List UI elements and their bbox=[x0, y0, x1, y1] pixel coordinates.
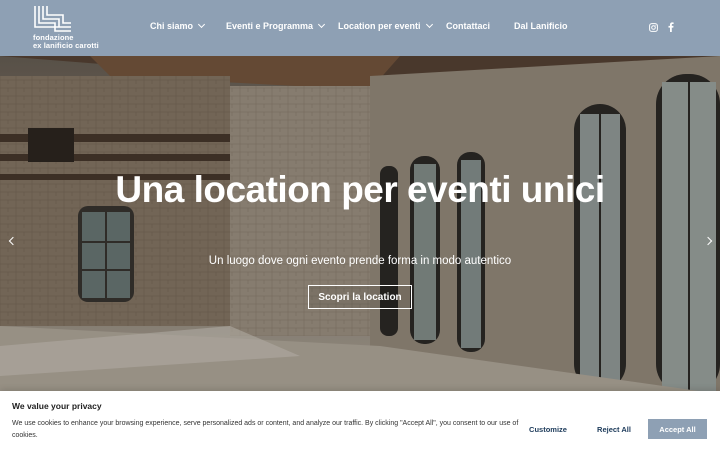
nav-item-contattaci[interactable]: Contattaci bbox=[446, 21, 490, 31]
nav-item-location-eventi[interactable]: Location per eventi bbox=[338, 20, 433, 31]
nav-item-chi-siamo[interactable]: Chi siamo bbox=[150, 20, 206, 31]
reject-all-button[interactable]: Reject All bbox=[584, 419, 644, 439]
site-header: fondazione ex lanificio carotti Chi siam… bbox=[0, 0, 720, 56]
slider-next-arrow-icon[interactable] bbox=[703, 234, 714, 248]
nav-item-eventi-programma[interactable]: Eventi e Programma bbox=[226, 20, 326, 31]
chevron-down-icon bbox=[425, 20, 433, 29]
hero-subtitle: Un luogo dove ogni evento prende forma i… bbox=[208, 255, 512, 267]
slider-prev-arrow-icon[interactable] bbox=[6, 234, 17, 248]
cookie-text: We use cookies to enhance your browsing … bbox=[12, 420, 519, 439]
accept-all-button[interactable]: Accept All bbox=[648, 419, 707, 439]
customize-button[interactable]: Customize bbox=[518, 419, 578, 439]
instagram-icon[interactable] bbox=[647, 21, 659, 33]
hero-background-image bbox=[0, 56, 720, 394]
cookie-title: We value your privacy bbox=[12, 401, 102, 411]
chevron-down-icon bbox=[318, 20, 326, 29]
hero-slider: Una location per eventi unici Un luogo d… bbox=[0, 56, 720, 394]
cookie-consent-banner: We value your privacy We use cookies to … bbox=[0, 391, 720, 450]
hero-title: Una location per eventi unici bbox=[115, 169, 605, 210]
chevron-down-icon bbox=[197, 20, 206, 29]
nav-item-dal-lanificio[interactable]: Dal Lanificio bbox=[514, 21, 568, 31]
facebook-icon[interactable] bbox=[665, 21, 677, 33]
main-nav: Chi siamo Eventi e Programma Location pe… bbox=[0, 0, 720, 56]
discover-location-button[interactable]: Scopri la location bbox=[308, 285, 412, 309]
